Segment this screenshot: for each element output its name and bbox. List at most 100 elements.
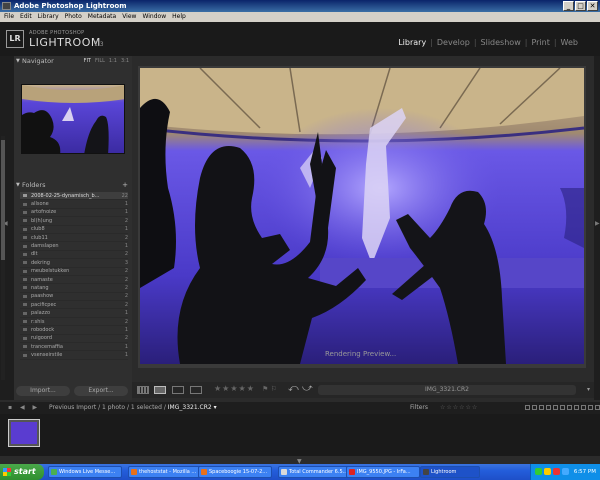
flag-icons[interactable]: ⚑ ⚐ xyxy=(262,385,277,393)
folder-item[interactable]: bl(h)ung 2 xyxy=(20,217,128,226)
folder-name: dlt xyxy=(31,251,38,258)
module-slideshow[interactable]: Slideshow xyxy=(477,38,525,47)
folder-name: robodock xyxy=(31,326,55,333)
taskbar-button[interactable]: IMG_9550.JPG - IrFa... xyxy=(346,466,420,478)
folder-item[interactable]: artofnoize 1 xyxy=(20,209,128,218)
folder-item[interactable]: robodock 1 xyxy=(20,326,128,335)
module-web[interactable]: Web xyxy=(557,38,582,47)
folder-item[interactable]: ruigoord 2 xyxy=(20,335,128,344)
tray-icon[interactable] xyxy=(562,468,569,475)
folder-item[interactable]: vsenseirstile 1 xyxy=(20,351,128,360)
taskbar-button[interactable]: Windows Live Messe... xyxy=(48,466,122,478)
folder-item[interactable]: damslapen 1 xyxy=(20,242,128,251)
minimize-button[interactable]: _ xyxy=(563,1,574,11)
folder-name: pacificpec xyxy=(31,301,57,308)
folder-item[interactable]: dlt 2 xyxy=(20,251,128,260)
folder-name: dekring xyxy=(31,259,50,266)
menu-library[interactable]: Library xyxy=(38,12,59,22)
compare-view-icon[interactable] xyxy=(172,386,184,394)
menu-file[interactable]: File xyxy=(4,12,14,22)
taskbar-button[interactable]: thehoststat - Mozilla ... xyxy=(128,466,202,478)
window-titlebar[interactable]: Adobe Photoshop Lightroom _ □ ✕ xyxy=(0,0,600,12)
rendering-status: Rendering Preview... xyxy=(325,350,397,358)
folder-item[interactable]: natang 2 xyxy=(20,284,128,293)
folders-scrollbar[interactable] xyxy=(1,136,5,380)
module-library[interactable]: Library xyxy=(394,38,430,47)
filmstrip-thumbnail[interactable] xyxy=(8,419,40,447)
grid-view-icon[interactable] xyxy=(137,386,149,394)
taskbar-button[interactable]: Spaceboogie 15-07-2... xyxy=(198,466,272,478)
import-button[interactable]: Import... xyxy=(16,386,70,396)
folder-item[interactable]: club8 1 xyxy=(20,226,128,234)
folder-item[interactable]: dekring 3 xyxy=(20,259,128,268)
filter-flag-boxes[interactable] xyxy=(525,405,600,410)
main-photo[interactable] xyxy=(140,68,584,364)
loupe-view-icon[interactable] xyxy=(154,386,166,394)
loupe-view[interactable]: Rendering Preview... xyxy=(138,66,586,368)
folder-item[interactable]: palazzo 1 xyxy=(20,309,128,318)
folder-icon xyxy=(23,345,27,349)
clock[interactable]: 6:57 PM xyxy=(574,469,596,475)
close-button[interactable]: ✕ xyxy=(587,1,598,11)
zoom-fill[interactable]: FILL xyxy=(95,56,105,67)
folder-item[interactable]: namaste 2 xyxy=(20,276,128,285)
menu-photo[interactable]: Photo xyxy=(65,12,82,22)
menu-window[interactable]: Window xyxy=(142,12,166,22)
window-title: Adobe Photoshop Lightroom xyxy=(14,2,127,10)
filmstrip-nav-icons[interactable]: ▪ ◀ ▶ xyxy=(8,402,40,414)
rotate-right-icon[interactable]: ⤻ xyxy=(302,383,313,394)
tray-icon[interactable] xyxy=(535,468,542,475)
folder-count: 1 xyxy=(124,201,128,208)
current-filename[interactable]: IMG_3321.CR2 ▾ xyxy=(168,404,217,411)
folder-name: meubelstukken xyxy=(31,268,70,275)
navigator-preview[interactable] xyxy=(21,84,125,154)
module-picker: Library | Develop | Slideshow | Print | Web xyxy=(394,38,582,47)
zoom-fit[interactable]: FIT xyxy=(84,56,91,67)
survey-view-icon[interactable] xyxy=(190,386,202,394)
maximize-button[interactable]: □ xyxy=(575,1,586,11)
taskbar-button[interactable]: Lightroom xyxy=(420,466,480,478)
folder-list: 2008-02-25-dynamisch_b... 22 allsone 1 artof… xyxy=(20,192,128,360)
filter-stars[interactable]: ☆☆☆☆☆☆ xyxy=(440,402,478,414)
folder-name: palazzo xyxy=(31,310,50,317)
system-tray: 6:57 PM xyxy=(530,464,600,480)
rotate-left-icon[interactable]: ⤺ xyxy=(288,383,299,394)
folder-item[interactable]: meubelstukken 2 xyxy=(20,268,128,276)
folder-count: 1 xyxy=(124,343,128,350)
taskbar-button[interactable]: Total Commander 6.5... xyxy=(278,466,352,478)
rating-stars[interactable]: ★★★★★ xyxy=(214,384,255,393)
folder-item[interactable]: 2008-02-25-dynamisch_b... 22 xyxy=(20,192,128,201)
toolbar-options-icon[interactable]: ▾ xyxy=(587,386,590,393)
filmstrip-source-path[interactable]: Previous Import / 1 photo / 1 selected /… xyxy=(49,402,217,414)
menu-view[interactable]: View xyxy=(122,12,136,22)
zoom-3-1[interactable]: 3:1 xyxy=(121,56,129,67)
taskbar-label: thehoststat - Mozilla ... xyxy=(139,469,197,475)
module-develop[interactable]: Develop xyxy=(433,38,474,47)
menu-edit[interactable]: Edit xyxy=(20,12,32,22)
menu-help[interactable]: Help xyxy=(172,12,186,22)
tray-icon[interactable] xyxy=(544,468,551,475)
taskbar-label: Windows Live Messe... xyxy=(59,469,116,475)
folder-item[interactable]: trancemaffia 1 xyxy=(20,343,128,352)
folder-item[interactable]: allsone 1 xyxy=(20,200,128,209)
tray-icon[interactable] xyxy=(553,468,560,475)
module-print[interactable]: Print xyxy=(527,38,553,47)
folders-header[interactable]: ▼ Folders + xyxy=(14,180,132,191)
folder-item[interactable]: paashow 2 xyxy=(20,293,128,302)
collapse-right-icon[interactable]: ▶ xyxy=(595,220,600,227)
taskbar-label: Spaceboogie 15-07-2... xyxy=(209,469,268,475)
navigator-header[interactable]: ▼ Navigator FIT FILL 1:1 3:1 xyxy=(14,56,132,67)
folder-count: 1 xyxy=(124,243,128,250)
zoom-1-1[interactable]: 1:1 xyxy=(109,56,117,67)
folder-item[interactable]: club11 2 xyxy=(20,234,128,243)
folder-item[interactable]: r:shis 2 xyxy=(20,318,128,327)
export-button[interactable]: Export... xyxy=(74,386,128,396)
menu-metadata[interactable]: Metadata xyxy=(88,12,116,22)
start-button[interactable]: start xyxy=(0,464,44,480)
folder-item[interactable]: pacificpec 2 xyxy=(20,301,128,310)
folder-count: 1 xyxy=(124,209,128,216)
add-folder-icon[interactable]: + xyxy=(122,180,128,191)
right-panel-edge[interactable] xyxy=(594,56,600,400)
folder-name: artofnoize xyxy=(31,209,57,216)
scrollbar-thumb[interactable] xyxy=(1,140,5,260)
